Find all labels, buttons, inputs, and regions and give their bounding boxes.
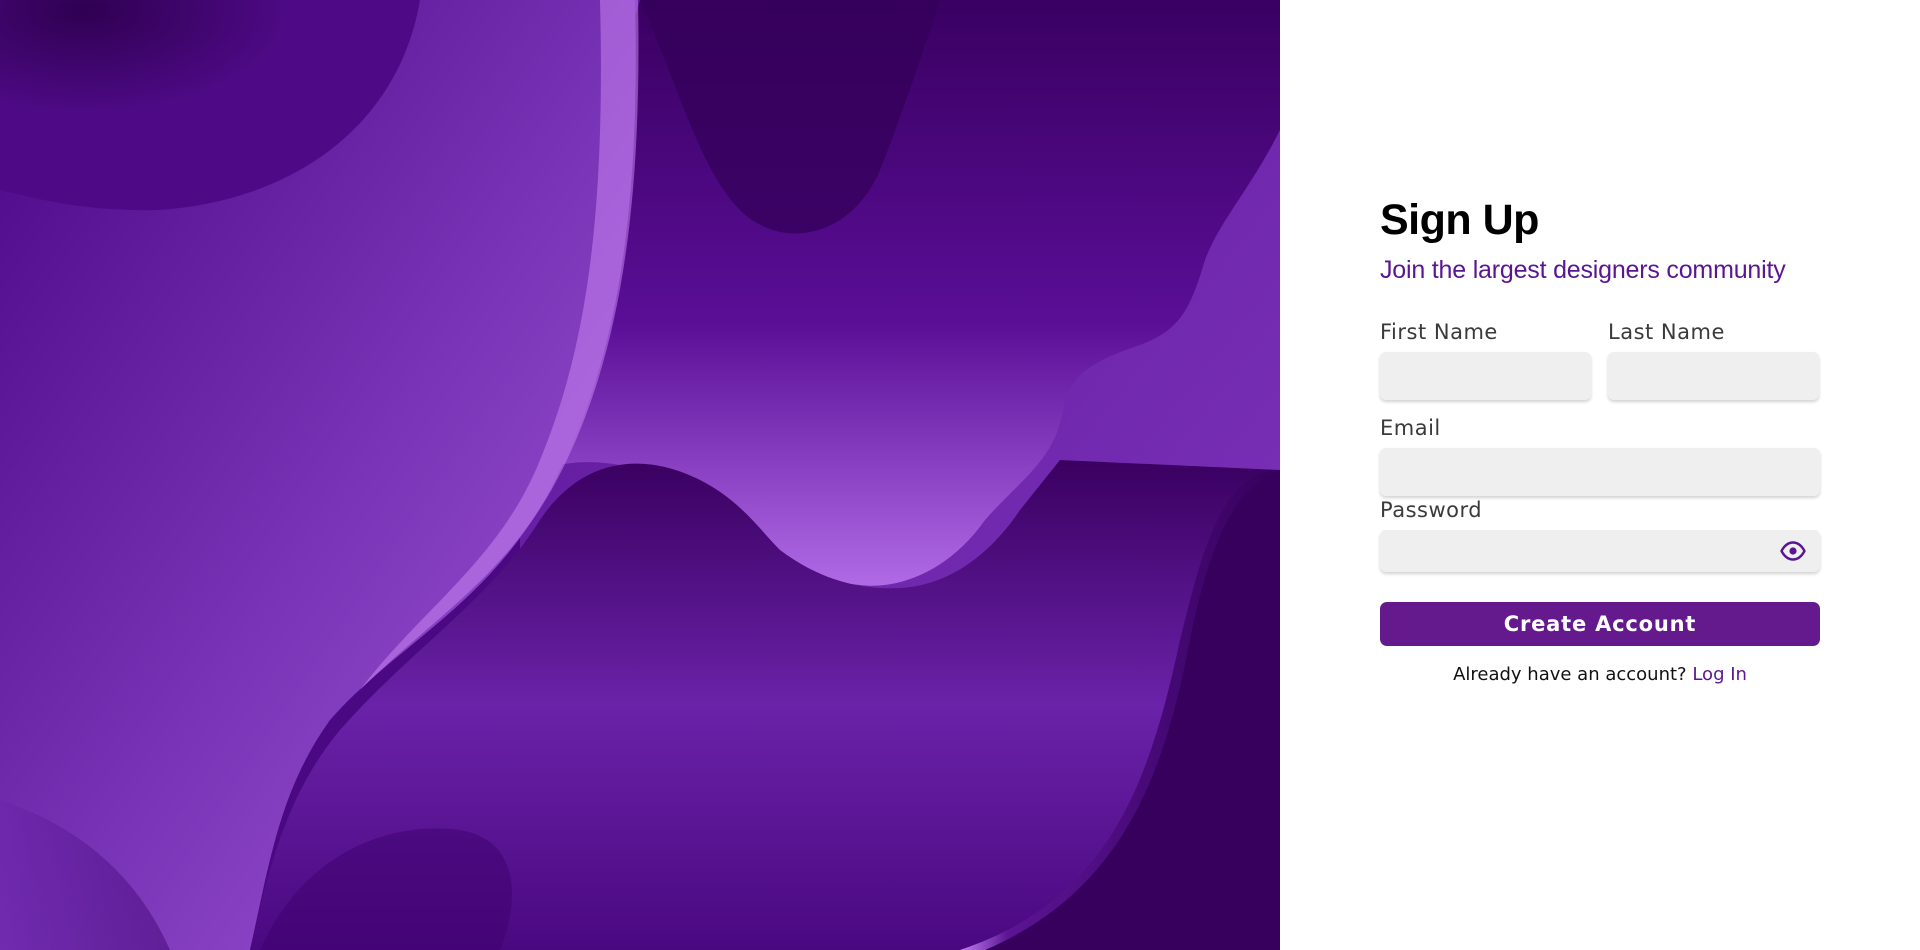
signup-form: Sign Up Join the largest designers commu… — [1380, 190, 1820, 688]
password-input-wrapper — [1380, 530, 1820, 572]
page-subtitle: Join the largest designers community — [1380, 256, 1786, 284]
login-prompt: Already have an account? Log In — [1380, 662, 1820, 688]
abstract-wave-illustration — [0, 0, 1280, 950]
signup-page: Sign Up Join the largest designers commu… — [0, 0, 1920, 950]
email-label: Email — [1380, 416, 1441, 440]
eye-icon[interactable] — [1780, 541, 1806, 561]
name-row: First Name Last Name — [1380, 318, 1820, 400]
first-name-input[interactable] — [1380, 352, 1591, 400]
password-label: Password — [1380, 498, 1483, 522]
last-name-input[interactable] — [1608, 352, 1819, 400]
login-prompt-text: Already have an account? — [1453, 664, 1687, 685]
password-group: Password — [1380, 496, 1820, 572]
email-group: Email — [1380, 414, 1820, 496]
signup-panel: Sign Up Join the largest designers commu… — [1280, 0, 1920, 950]
create-account-button[interactable]: Create Account — [1380, 602, 1820, 646]
last-name-label: Last Name — [1608, 320, 1725, 344]
page-title: Sign Up — [1380, 196, 1539, 244]
email-input[interactable] — [1380, 448, 1820, 496]
login-link[interactable]: Log In — [1692, 664, 1747, 685]
first-name-label: First Name — [1380, 320, 1498, 344]
first-name-group: First Name — [1380, 318, 1591, 400]
hero-background-image — [0, 0, 1280, 950]
last-name-group: Last Name — [1608, 318, 1819, 400]
password-input[interactable] — [1380, 530, 1820, 572]
